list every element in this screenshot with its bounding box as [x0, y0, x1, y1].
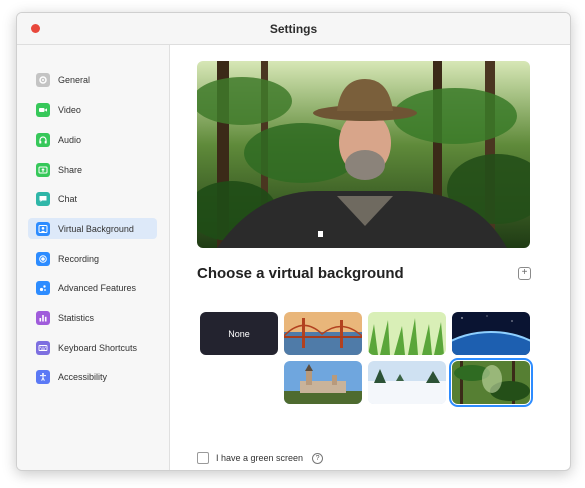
title-bar: Settings — [17, 13, 570, 45]
camera-preview — [197, 61, 530, 248]
person-background-icon — [36, 221, 50, 236]
settings-window: Settings General Video Audio Share Chat … — [16, 12, 571, 471]
window-title: Settings — [269, 22, 318, 36]
record-icon — [36, 251, 50, 266]
gear-icon — [36, 72, 50, 87]
sidebar-item-chat[interactable]: Chat — [28, 188, 157, 209]
virtual-background-panel: Choose a virtual background + None I hav… — [170, 45, 570, 470]
accessibility-icon — [36, 369, 50, 384]
share-screen-icon — [36, 162, 50, 177]
sidebar-item-label: Virtual Background — [58, 223, 134, 234]
help-icon[interactable]: ? — [312, 452, 324, 464]
chat-bubble-icon — [36, 191, 50, 206]
sidebar-item-keyboard-shortcuts[interactable]: Keyboard Shortcuts — [28, 337, 157, 358]
sidebar-item-label: Share — [58, 164, 83, 175]
sidebar-item-recording[interactable]: Recording — [28, 248, 157, 269]
sidebar-item-advanced-features[interactable]: Advanced Features — [28, 277, 157, 298]
video-camera-icon — [36, 102, 50, 117]
sidebar-item-share[interactable]: Share — [28, 159, 157, 180]
sidebar-item-label: Recording — [58, 253, 100, 264]
green-screen-row: I have a green screen ? — [197, 452, 324, 464]
green-screen-checkbox[interactable] — [197, 452, 209, 464]
advanced-features-icon — [36, 280, 50, 295]
sidebar-item-label: Audio — [58, 134, 82, 145]
sidebar-item-audio[interactable]: Audio — [28, 129, 157, 150]
sidebar-item-label: Keyboard Shortcuts — [58, 342, 138, 353]
background-option-none[interactable]: None — [200, 312, 278, 355]
background-option-castle[interactable] — [284, 361, 362, 404]
background-option-earth[interactable] — [452, 312, 530, 355]
sidebar-item-label: Video — [58, 104, 81, 115]
headphones-icon — [36, 132, 50, 147]
green-screen-label: I have a green screen — [216, 453, 304, 463]
sidebar-item-label: Advanced Features — [58, 282, 137, 293]
sidebar-item-statistics[interactable]: Statistics — [28, 307, 157, 328]
background-option-golden-gate[interactable] — [284, 312, 362, 355]
sidebar-item-virtual-background[interactable]: Virtual Background — [28, 218, 157, 239]
background-option-snowy-landscape[interactable] — [368, 361, 446, 404]
bar-chart-icon — [36, 310, 50, 325]
settings-sidebar: General Video Audio Share Chat Virtual B… — [17, 45, 170, 470]
section-title: Choose a virtual background — [197, 265, 404, 282]
sidebar-item-label: Statistics — [58, 312, 95, 323]
keyboard-icon — [36, 340, 50, 355]
background-none-label: None — [228, 328, 250, 339]
sidebar-item-general[interactable]: General — [28, 69, 157, 90]
sidebar-item-accessibility[interactable]: Accessibility — [28, 366, 157, 387]
sidebar-item-video[interactable]: Video — [28, 99, 157, 120]
sidebar-item-label: Chat — [58, 193, 78, 204]
add-background-button[interactable]: + — [518, 267, 531, 280]
sidebar-item-label: Accessibility — [58, 371, 108, 382]
background-option-jungle[interactable] — [449, 358, 533, 407]
background-option-grass[interactable] — [368, 312, 446, 355]
sidebar-item-label: General — [58, 74, 91, 85]
